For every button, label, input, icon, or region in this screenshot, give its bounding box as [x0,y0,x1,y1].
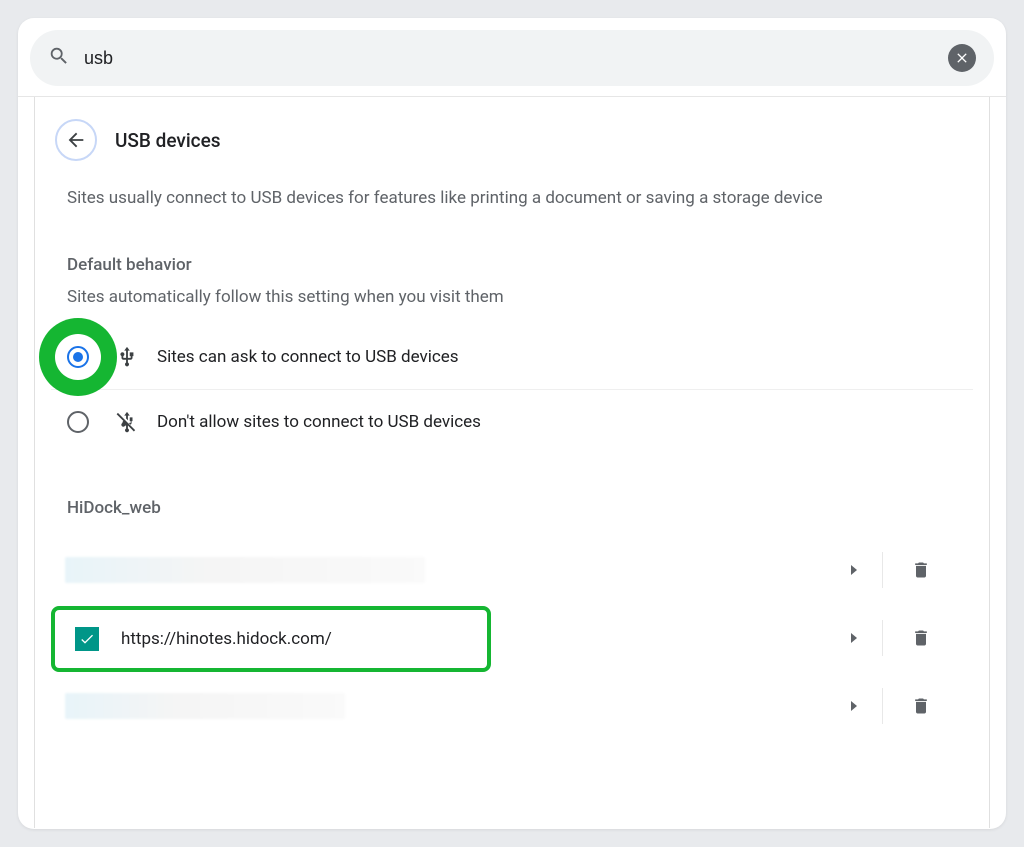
radio-list: Sites can ask to connect to USB devices … [35,325,989,454]
radio-label: Sites can ask to connect to USB devices [157,347,459,367]
page-title: USB devices [115,129,221,152]
search-bar-container [18,18,1006,97]
chevron-right-icon [849,565,859,575]
content-area: USB devices Sites usually connect to USB… [18,97,1006,828]
arrow-back-icon [65,129,87,151]
trash-icon [911,696,931,716]
section-default-behavior-sub: Sites automatically follow this setting … [35,281,989,325]
chevron-right-icon [849,633,859,643]
device-row-hidden-1 [51,536,973,604]
device-url: https://hinotes.hidock.com/ [121,629,332,649]
device-row-hinotes[interactable]: https://hinotes.hidock.com/ [51,606,491,672]
redacted-item [65,557,425,583]
page-header: USB devices [35,97,989,181]
delete-button[interactable] [883,560,959,580]
delete-button[interactable] [883,628,959,648]
page-description: Sites usually connect to USB devices for… [35,181,989,241]
expand-button[interactable] [825,620,883,656]
usb-check-icon [75,627,99,651]
radio-indicator [67,346,89,368]
clear-search-button[interactable] [948,44,976,72]
trash-icon [911,628,931,648]
settings-window: USB devices Sites usually connect to USB… [18,18,1006,829]
radio-indicator [67,411,89,433]
close-icon [954,50,970,66]
radio-label: Don't allow sites to connect to USB devi… [157,412,481,432]
search-bar [30,30,994,86]
radio-option-allow[interactable]: Sites can ask to connect to USB devices [51,325,973,390]
search-icon [48,45,70,71]
expand-button[interactable] [825,688,883,724]
usb-icon [115,345,139,369]
delete-button[interactable] [883,696,959,716]
device-list: https://hinotes.hidock.com/ [35,524,989,740]
section-default-behavior-label: Default behavior [35,241,989,281]
radio-option-block[interactable]: Don't allow sites to connect to USB devi… [51,390,973,454]
expand-button[interactable] [825,552,883,588]
search-input[interactable] [70,48,948,69]
back-button[interactable] [55,119,97,161]
trash-icon [911,560,931,580]
chevron-right-icon [849,701,859,711]
device-row-hidden-2 [51,672,973,740]
redacted-item [65,693,345,719]
usb-off-icon [115,410,139,434]
section-device-label: HiDock_web [35,484,989,524]
